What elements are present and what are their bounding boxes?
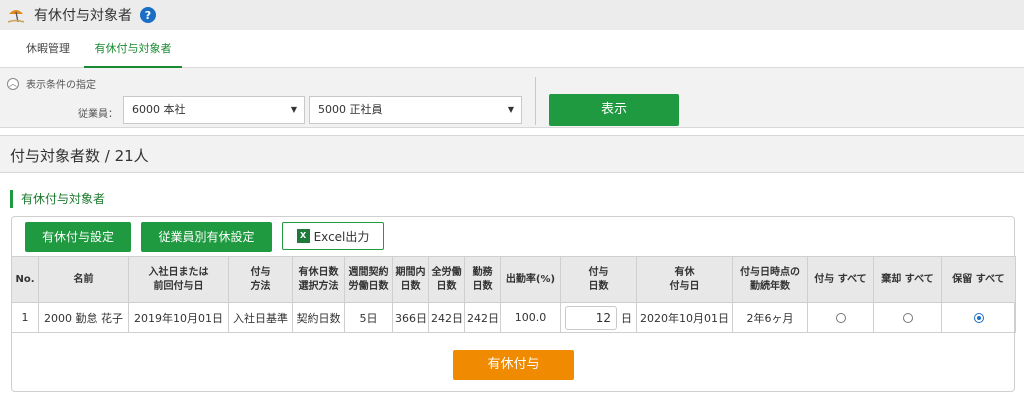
header-grant-days: 付与 日数 [560,256,637,303]
grant-settings-button[interactable]: 有休付与設定 [25,222,131,252]
reject-select-all-link[interactable]: すべて [905,274,934,285]
header-days-method: 有休日数 選択方法 [292,256,345,303]
tab-paid-leave-targets[interactable]: 有休付与対象者 [84,30,182,68]
section-title: 有休付与対象者 [10,190,105,208]
cell-work-days: 242日 [464,302,501,333]
header-work-days: 勤務 日数 [464,256,501,303]
header-weekly-days: 週間契約 労働日数 [344,256,393,303]
header-reject-col: 棄却 すべて [873,256,942,303]
cell-full-work-days: 242日 [428,302,465,333]
chevron-down-icon: ▼ [507,105,514,114]
filter-heading: 表示条件の指定 [26,80,96,91]
company-select[interactable]: 6000 本社 ▼ [123,96,305,124]
table-row: 1 2000 勤怠 花子 2019年10月01日 入社日基準 契約日数 5日 3… [11,302,1016,333]
tab-leave-management[interactable]: 休暇管理 [18,30,78,68]
cell-grant-method: 入社日基準 [228,302,293,333]
cell-join-date: 2019年10月01日 [128,302,229,333]
title-bar: 有休付与対象者 ? [0,0,1024,30]
cell-period-days: 366日 [392,302,429,333]
header-hold-col: 保留 すべて [941,256,1016,303]
per-employee-settings-button[interactable]: 従業員別有休設定 [141,222,272,252]
cell-days-method: 契約日数 [292,302,345,333]
target-table: No. 名前 入社日または 前回付与日 付与 方法 有休日数 選択方法 週間契約 労働日… [11,256,1016,333]
header-grant-col: 付与 すべて [807,256,874,303]
cell-grant-days: 12 日 [560,302,637,333]
company-select-value: 6000 本社 [132,103,186,116]
header-grant-method: 付与 方法 [228,256,293,303]
excel-export-label: Excel出力 [313,229,370,244]
cell-name: 2000 勤怠 花子 [38,302,129,333]
header-no: No. [11,256,39,303]
employment-type-select-value: 5000 正社員 [318,103,383,116]
header-period-days: 期間内 日数 [392,256,429,303]
show-button[interactable]: 表示 [549,94,679,126]
grant-paid-leave-button[interactable]: 有休付与 [453,350,574,380]
grant-days-unit: 日 [621,311,632,325]
reject-radio[interactable] [902,313,913,323]
summary-bar: 付与対象者数 / 21人 [0,135,1024,173]
hold-radio[interactable] [973,313,984,323]
beach-umbrella-icon [6,5,26,25]
target-count: 付与対象者数 / 21人 [10,147,149,165]
excel-icon: X [296,229,310,243]
employee-label: 従業員： [78,109,118,120]
header-name: 名前 [38,256,129,303]
cell-reject-radio [873,302,942,333]
question-circle-icon[interactable]: ? [140,7,156,23]
employment-type-select[interactable]: 5000 正社員 ▼ [309,96,522,124]
header-grant-date: 有休 付与日 [636,256,733,303]
header-join-date: 入社日または 前回付与日 [128,256,229,303]
grant-select-all-link[interactable]: すべて [838,274,867,285]
divider [535,77,536,125]
table-header-row: No. 名前 入社日または 前回付与日 付与 方法 有休日数 選択方法 週間契約 労働日… [11,256,1016,303]
page-title: 有休付与対象者 [34,8,132,24]
chevron-down-icon: ▼ [290,105,297,114]
hold-select-all-link[interactable]: すべて [976,274,1005,285]
header-attendance-rate: 出勤率(%) [500,256,561,303]
excel-export-button[interactable]: X Excel出力 [282,222,384,250]
grant-radio[interactable] [835,313,846,323]
grant-days-input[interactable]: 12 [565,305,617,330]
cell-tenure: 2年6ヶ月 [732,302,808,333]
cell-attendance-rate: 100.0 [500,302,561,333]
cell-hold-radio [941,302,1016,333]
chevron-up-icon[interactable]: ︿ [7,78,19,90]
cell-grant-date: 2020年10月01日 [636,302,733,333]
header-full-work-days: 全労働 日数 [428,256,465,303]
tab-bar: 休暇管理 有休付与対象者 [0,30,1024,68]
header-tenure: 付与日時点の 勤続年数 [732,256,808,303]
cell-weekly-days: 5日 [344,302,393,333]
cell-no: 1 [11,302,39,333]
filter-panel: ︿ 表示条件の指定 従業員： 6000 本社 ▼ 5000 正社員 ▼ [0,68,1024,128]
cell-grant-radio [807,302,874,333]
